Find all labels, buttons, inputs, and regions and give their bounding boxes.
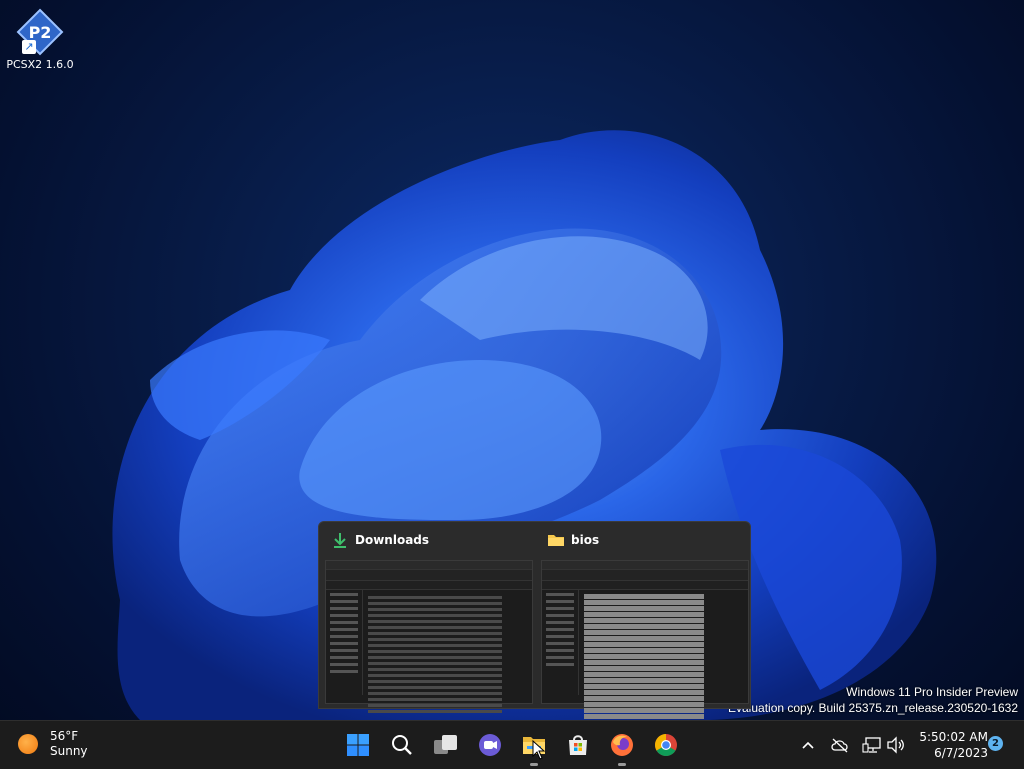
weather-condition: Sunny bbox=[50, 744, 88, 758]
clock-button[interactable]: 5:50:02 AM 6/7/2023 bbox=[912, 729, 988, 761]
shortcut-arrow-icon: ↗ bbox=[22, 40, 36, 54]
task-view-button[interactable] bbox=[430, 729, 462, 761]
chrome-icon bbox=[655, 734, 677, 756]
chat-button[interactable] bbox=[474, 729, 506, 761]
search-button[interactable] bbox=[386, 729, 418, 761]
volume-button[interactable] bbox=[884, 733, 908, 757]
preview-window-bios[interactable]: bios bbox=[539, 522, 749, 749]
preview-window-downloads[interactable]: Downloads bbox=[323, 522, 533, 713]
chrome-button[interactable] bbox=[650, 729, 682, 761]
chevron-up-icon bbox=[802, 741, 814, 749]
pcsx2-icon: P2 ↗ bbox=[16, 8, 64, 56]
firefox-button[interactable] bbox=[606, 729, 638, 766]
mouse-cursor-icon bbox=[532, 740, 546, 760]
download-arrow-icon bbox=[331, 531, 349, 549]
chat-icon bbox=[479, 734, 501, 756]
store-icon bbox=[569, 735, 587, 755]
watermark-line-2: Evaluation copy. Build 25375.zn_release.… bbox=[728, 701, 1018, 715]
network-button[interactable] bbox=[860, 733, 884, 757]
window-thumbnail bbox=[325, 560, 533, 713]
folder-icon bbox=[547, 531, 565, 549]
firefox-icon bbox=[611, 734, 633, 756]
clock-date: 6/7/2023 bbox=[934, 746, 988, 760]
task-view-icon bbox=[434, 735, 457, 754]
clock-time: 5:50:02 AM bbox=[919, 730, 988, 744]
evaluation-watermark: Windows 11 Pro Insider Preview Evaluatio… bbox=[728, 684, 1018, 716]
notification-badge[interactable]: 2 bbox=[988, 736, 1003, 751]
preview-title: Downloads bbox=[355, 533, 430, 547]
network-icon bbox=[862, 737, 881, 753]
weather-temperature: 56°F bbox=[50, 729, 79, 743]
desktop-icon-pcsx2[interactable]: P2 ↗ PCSX2 1.6.0 bbox=[4, 8, 76, 72]
sun-icon bbox=[18, 734, 38, 754]
show-hidden-icons-button[interactable] bbox=[796, 733, 820, 757]
watermark-line-1: Windows 11 Pro Insider Preview bbox=[846, 685, 1018, 699]
running-indicator bbox=[618, 763, 626, 766]
onedrive-button[interactable] bbox=[828, 733, 852, 757]
running-indicator bbox=[530, 763, 538, 766]
start-button[interactable] bbox=[342, 729, 374, 761]
window-thumbnail bbox=[541, 560, 749, 749]
desktop-icon-label: PCSX2 1.6.0 bbox=[6, 58, 74, 71]
preview-title: bios bbox=[571, 533, 600, 547]
search-icon bbox=[392, 735, 412, 755]
windows-logo-icon bbox=[347, 734, 369, 756]
taskbar-preview-flyout: Downloads bios bbox=[318, 521, 751, 749]
speaker-icon bbox=[887, 736, 904, 754]
microsoft-store-button[interactable] bbox=[562, 729, 594, 761]
weather-widget[interactable]: 56°F Sunny bbox=[18, 729, 88, 759]
taskbar: 56°F Sunny 5:50:02 AM 6/7/2023 bbox=[0, 720, 1024, 769]
cloud-offline-icon bbox=[831, 738, 848, 753]
